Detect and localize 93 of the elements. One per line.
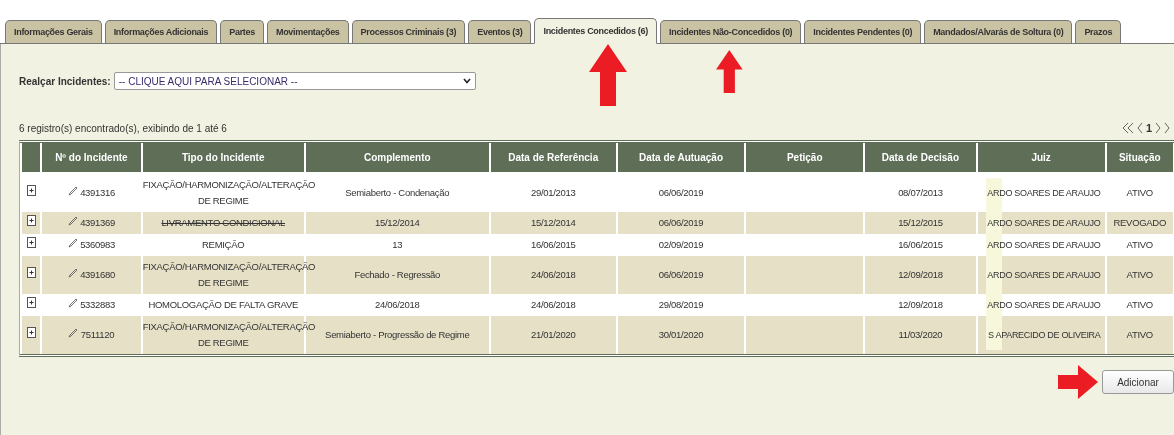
table-cell-text: 30/01/2020 [657,328,705,342]
add-button[interactable]: Adicionar [1102,370,1174,394]
table-cell-text: 11/03/2020 [897,328,944,342]
table-cell-text: 16/06/2015 [529,238,577,252]
pencil-icon[interactable] [67,216,78,226]
table-cell-text: 29/01/2013 [529,186,577,200]
first-page-icon[interactable] [1121,122,1134,134]
incident-select[interactable]: -- CLIQUE AQUI PARA SELECIONAR -- [113,72,476,90]
table-cell-text: ATIVO [1125,186,1154,200]
column-header: Tipo do Incidente [142,143,304,174]
table-cell: REMIÇÃO [202,239,245,250]
expand-icon[interactable] [26,185,36,196]
pencil-icon[interactable] [67,268,78,278]
pencil-icon[interactable] [67,186,78,196]
table-cell: 5332883 [42,294,141,316]
field-label: Realçar Incidentes: [19,75,111,87]
table-cell: 7511120 [42,316,141,354]
tab[interactable]: Incidentes Pendentes (0) [804,20,922,43]
table-cell-text: 24/06/2018 [373,298,421,312]
tab[interactable]: Informações Gerais [5,20,102,43]
next-page-icon[interactable] [1155,122,1161,134]
expand-icon[interactable] [26,237,36,248]
table-cell-text: 12/09/2018 [897,268,944,282]
column-header: Petição [746,143,864,174]
table-cell-text: REVOGADO [1112,216,1167,230]
table-cell-text: 24/06/2018 [529,298,577,312]
expand-icon[interactable] [26,297,36,308]
tab[interactable]: Mandados/Alvarás de Soltura (0) [924,20,1073,43]
tab[interactable]: Processos Criminais (3) [351,20,466,43]
table-cell-text: 12/09/2018 [897,298,944,312]
table-cell-text: 06/06/2019 [657,268,705,282]
column-header: Data de Autuação [617,143,745,174]
tab[interactable]: Movimentações [266,20,349,43]
table-cell: ARDO SOARES DE ARAUJO [987,300,1101,310]
column-header: Data de Referência [490,143,616,174]
table-cell-text: 13 [391,238,404,252]
table-cell: 4391369 [42,212,141,234]
records-count: 6 registro(s) encontrado(s), exibindo de 1 até 6 [19,122,227,134]
column-header: Situação [1106,143,1173,174]
previous-page-icon[interactable] [1136,122,1143,134]
table-cell: HOMOLOGAÇÃO DE FALTA GRAVE [148,299,298,310]
column-header: Juiz [977,143,1105,174]
table-cell-text: 21/01/2020 [529,328,577,342]
table-cell-text: ATIVO [1125,328,1154,342]
expand-icon[interactable] [26,215,36,226]
pencil-icon[interactable] [68,328,79,338]
page-number[interactable]: 1 [1145,122,1152,134]
table-cell: 4391680 [42,256,141,294]
table-cell: ARDO SOARES DE ARAUJO [987,218,1101,228]
table-cell: S APARECIDO DE OLIVEIRA [988,330,1101,340]
table-cell-text: 29/08/2019 [657,298,705,312]
table-cell: ARDO SOARES DE ARAUJO [987,188,1101,198]
table-cell-text: ATIVO [1125,298,1154,312]
last-page-icon[interactable] [1164,122,1170,134]
table-cell-text: 16/06/2015 [897,238,944,252]
table-cell-text: 15/12/2014 [529,216,577,230]
tab[interactable]: Incidentes Não-Concedidos (0) [660,20,802,43]
pencil-icon[interactable] [67,238,78,248]
expand-icon[interactable] [26,267,36,278]
tab[interactable]: Incidentes Concedidos (6) [534,18,657,44]
table-cell: DE REGIME [197,195,249,206]
table-cell-text: ATIVO [1125,238,1154,252]
tab[interactable]: Prazos [1075,20,1122,43]
chevron-icon [462,78,471,84]
table-cell-text: 06/06/2019 [657,216,705,230]
table-cell-text: 02/09/2019 [657,238,705,252]
table-cell: FIXAÇÃO/HARMONIZAÇÃO/ALTERAÇÃO [142,321,316,332]
tab[interactable]: Partes [220,20,264,43]
table-cell: DE REGIME [197,337,249,348]
table-cell-text: 06/06/2019 [657,186,705,200]
table-cell: 5360983 [42,234,141,256]
table-cell: ARDO SOARES DE ARAUJO [987,240,1101,250]
annotation-arrow [716,50,743,94]
table-cell-text: 15/12/2015 [897,216,944,230]
table-cell: FIXAÇÃO/HARMONIZAÇÃO/ALTERAÇÃO [142,179,316,190]
tab[interactable]: Informações Adicionais [104,20,218,43]
table-cell: DE REGIME [197,277,249,288]
table-cell-text: ATIVO [1125,268,1154,282]
table-cell: ARDO SOARES DE ARAUJO [987,270,1101,280]
annotation-arrow [589,44,627,106]
table-cell: FIXAÇÃO/HARMONIZAÇÃO/ALTERAÇÃO [142,261,316,272]
table-cell-text: 24/06/2018 [529,268,577,282]
expand-icon[interactable] [26,327,36,338]
column-header: Complemento [305,143,489,174]
table-cell: LIVRAMENTO CONDICIONAL [161,217,285,228]
column-header: Nº do Incidente [42,143,141,174]
tab[interactable]: Eventos (3) [468,20,532,43]
pencil-icon[interactable] [67,298,78,308]
table-cell: 4391316 [42,174,141,212]
table-cell-text: 08/07/2013 [897,186,944,200]
annotation-arrow [1058,365,1098,399]
column-header: Data de Decisão [865,143,976,174]
table-cell-text: 15/12/2014 [373,216,421,230]
